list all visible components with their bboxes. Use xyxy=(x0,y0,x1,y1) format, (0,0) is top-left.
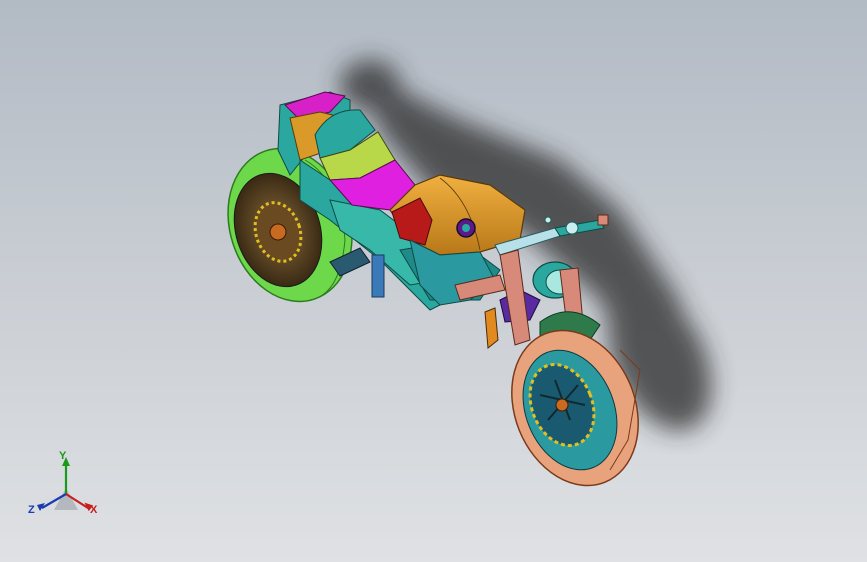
x-axis-label: X xyxy=(90,504,98,516)
view-orientation-triad[interactable]: Y Z X xyxy=(26,448,106,520)
y-axis-label: Y xyxy=(59,450,67,462)
z-axis-label: Z xyxy=(28,504,35,516)
motorcycle-model[interactable] xyxy=(0,0,867,562)
graphics-viewport[interactable]: Y Z X xyxy=(0,0,867,562)
